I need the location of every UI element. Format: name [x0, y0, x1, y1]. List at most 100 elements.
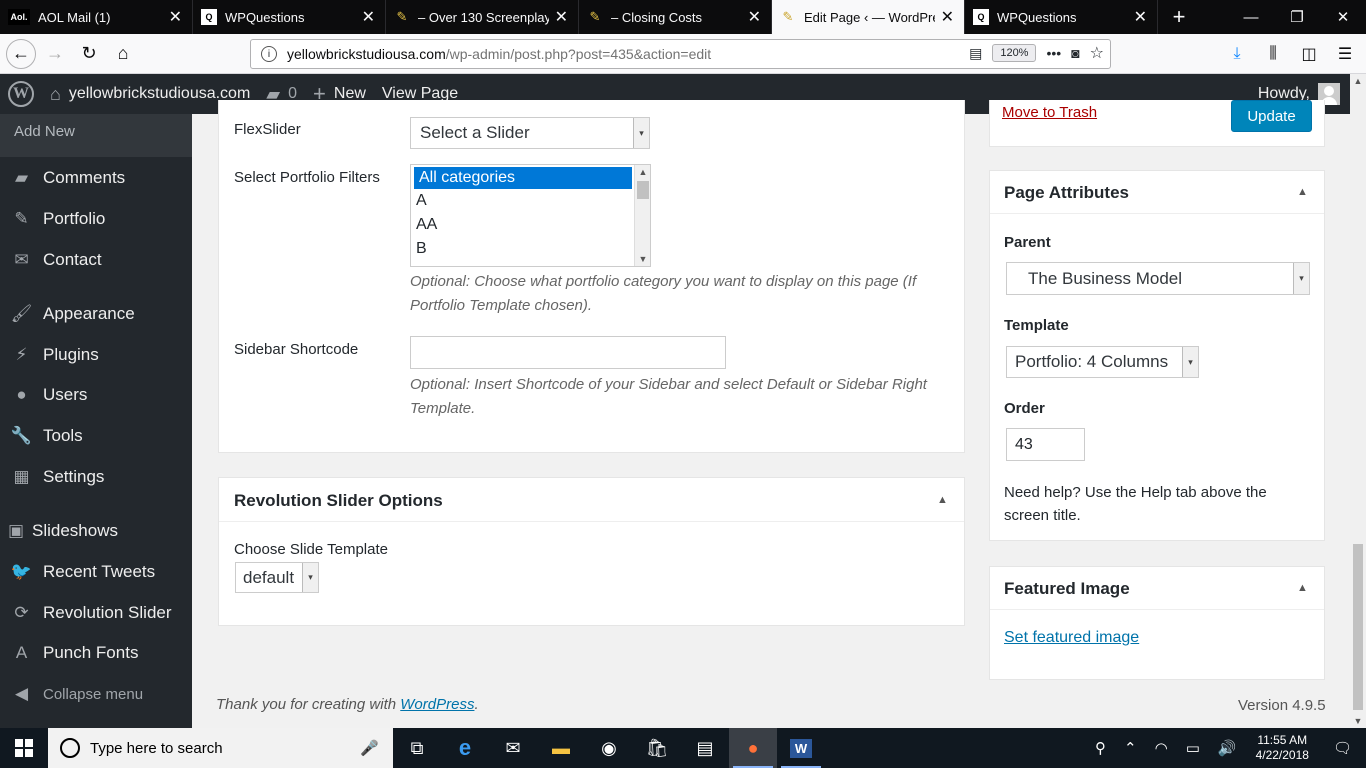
page-actions-icon[interactable]: •••	[1046, 45, 1061, 61]
action-center-icon[interactable]: 🗨	[1319, 739, 1366, 757]
template-value: Portfolio: 4 Columns	[1015, 352, 1169, 371]
collapse-toggle-icon[interactable]: ▲	[1297, 582, 1308, 594]
page-scrollbar[interactable]: ▲ ▼	[1350, 74, 1366, 728]
scroll-up-icon[interactable]: ▲	[1350, 76, 1366, 86]
template-select[interactable]: Portfolio: 4 Columns ▾	[1006, 346, 1199, 378]
hamburger-menu-icon[interactable]: ☰	[1330, 39, 1360, 69]
task-view-icon[interactable]: ⧉	[393, 728, 441, 768]
taskbar-search-box[interactable]: Type here to search 🎤	[48, 728, 393, 768]
battery-icon[interactable]: ▭	[1177, 739, 1209, 757]
update-button[interactable]: Update	[1231, 100, 1312, 132]
close-tab-icon[interactable]: ✕	[748, 7, 761, 27]
sidebar-item-recent-tweets[interactable]: 🐦 Recent Tweets	[0, 555, 192, 589]
sidebar-item-slideshows[interactable]: ▣ Slideshows	[0, 514, 192, 548]
collapse-menu-button[interactable]: ◀ Collapse menu	[0, 677, 192, 711]
close-tab-icon[interactable]: ✕	[1134, 7, 1147, 27]
bookmark-star-icon[interactable]: ☆	[1090, 43, 1104, 63]
sidebar-item-revolution-slider[interactable]: ⟳ Revolution Slider	[0, 596, 192, 630]
mail-icon[interactable]: ✉	[489, 728, 537, 768]
font-icon: A	[15, 643, 28, 662]
url-bar[interactable]: i yellowbrickstudiousa.com/wp-admin/post…	[250, 39, 1111, 69]
submenu-add-new[interactable]: Add New	[0, 114, 192, 157]
browser-nav-bar: ← → ↻ ⌂ i yellowbrickstudiousa.com/wp-ad…	[0, 34, 1366, 74]
flexslider-select[interactable]: Select a Slider ▾	[410, 117, 650, 149]
portfolio-filters-listbox[interactable]: All categories A AA B ▲ ▼	[410, 164, 651, 267]
close-tab-icon[interactable]: ✕	[555, 7, 568, 27]
reload-icon[interactable]: ↻	[74, 39, 104, 69]
sidebar-item-comments[interactable]: ▰ Comments	[0, 161, 192, 195]
scroll-down-icon[interactable]: ▼	[1350, 716, 1366, 726]
slide-template-select[interactable]: default ▾	[235, 562, 319, 593]
scroll-thumb[interactable]	[1353, 544, 1363, 710]
volume-icon[interactable]: 🔊	[1209, 739, 1246, 757]
sidebar-toggle-icon[interactable]: ◫	[1294, 39, 1324, 69]
firefox-icon[interactable]: ●	[729, 728, 777, 768]
refresh-icon: ⟳	[14, 603, 29, 622]
home-icon[interactable]: ⌂	[108, 39, 138, 69]
file-explorer-icon[interactable]: ▬	[537, 728, 585, 768]
library-icon[interactable]: ⫼	[1258, 39, 1288, 69]
forward-icon[interactable]: →	[40, 39, 70, 69]
info-icon[interactable]: i	[261, 46, 277, 62]
list-option-selected[interactable]: All categories	[414, 167, 632, 189]
globe-icon[interactable]: ◉	[585, 728, 633, 768]
minimize-icon[interactable]: —	[1228, 0, 1274, 34]
list-option[interactable]: B	[411, 237, 632, 261]
sidebar-item-portfolio[interactable]: ✎ Portfolio	[0, 202, 192, 236]
sidebar-item-contact[interactable]: ✉ Contact	[0, 243, 192, 277]
order-input[interactable]: 43	[1006, 428, 1085, 461]
download-icon[interactable]: ⤓	[1222, 39, 1252, 69]
microphone-icon[interactable]: 🎤	[360, 739, 379, 757]
browser-tab[interactable]: Q WPQuestions ✕	[965, 0, 1158, 34]
app-icon[interactable]: ▤	[681, 728, 729, 768]
close-tab-icon[interactable]: ✕	[169, 7, 182, 27]
sidebar-item-appearance[interactable]: 🖌 Appearance	[0, 297, 192, 331]
listbox-scrollbar[interactable]: ▲ ▼	[634, 165, 650, 266]
wifi-icon[interactable]: ◠	[1146, 739, 1177, 757]
slideshow-icon: ▣	[7, 521, 25, 540]
sidebar-item-tools[interactable]: 🔧 Tools	[0, 419, 192, 453]
parent-select[interactable]: The Business Model ▾	[1006, 262, 1310, 295]
back-icon[interactable]: ←	[6, 38, 36, 69]
wordpress-link[interactable]: WordPress	[400, 696, 474, 713]
sidebar-item-users[interactable]: ● Users	[0, 378, 192, 412]
people-icon[interactable]: ⚲	[1086, 739, 1115, 757]
list-option[interactable]: A	[411, 189, 632, 213]
close-window-icon[interactable]: ✕	[1320, 0, 1366, 34]
windows-start-icon[interactable]	[0, 728, 48, 768]
browser-tab[interactable]: ✎ – Over 130 Screenplays ✕	[386, 0, 579, 34]
store-icon[interactable]: 🛍	[633, 728, 681, 768]
system-clock[interactable]: 11:55 AM 4/22/2018	[1246, 733, 1319, 763]
reader-view-icon[interactable]: ▤	[969, 45, 982, 62]
list-option[interactable]: AA	[411, 213, 632, 237]
sidebar-item-plugins[interactable]: ⚡ Plugins	[0, 338, 192, 372]
browser-tab[interactable]: Q WPQuestions ✕	[193, 0, 386, 34]
set-featured-image-link[interactable]: Set featured image	[1004, 629, 1139, 647]
close-tab-icon[interactable]: ✕	[941, 7, 954, 27]
restore-icon[interactable]: ❐	[1274, 0, 1320, 34]
new-tab-icon[interactable]: +	[1158, 0, 1200, 34]
footer-thanks-prefix: Thank you for creating with	[216, 696, 401, 713]
browser-tab-active[interactable]: ✎ Edit Page ‹ — WordPress ✕	[772, 0, 965, 34]
browser-tab[interactable]: ✎ – Closing Costs ✕	[579, 0, 772, 34]
zoom-badge[interactable]: 120%	[992, 44, 1037, 62]
word-icon[interactable]: W	[777, 728, 825, 768]
collapse-toggle-icon[interactable]: ▲	[1297, 186, 1308, 198]
browser-tab[interactable]: Aol. AOL Mail (1) ✕	[0, 0, 193, 34]
search-icon	[60, 738, 80, 758]
sidebar-item-settings[interactable]: ▦ Settings	[0, 460, 192, 494]
scroll-up-icon[interactable]: ▲	[635, 167, 650, 177]
close-tab-icon[interactable]: ✕	[362, 7, 375, 27]
version-text: Version 4.9.5	[1238, 697, 1326, 714]
sidebar-item-punch-fonts[interactable]: A Punch Fonts	[0, 636, 192, 670]
template-label: Template	[1004, 317, 1069, 334]
sidebar-shortcode-input[interactable]	[410, 336, 726, 369]
move-to-trash-link[interactable]: Move to Trash	[1002, 104, 1097, 121]
edge-icon[interactable]: e	[441, 728, 489, 768]
chevron-up-icon[interactable]: ⌃	[1115, 739, 1146, 757]
pocket-icon[interactable]: ◙	[1071, 45, 1079, 61]
scroll-thumb[interactable]	[637, 181, 649, 199]
collapse-toggle-icon[interactable]: ▲	[937, 494, 948, 506]
scroll-down-icon[interactable]: ▼	[635, 254, 650, 264]
wordpress-logo-icon[interactable]: W	[8, 81, 34, 107]
